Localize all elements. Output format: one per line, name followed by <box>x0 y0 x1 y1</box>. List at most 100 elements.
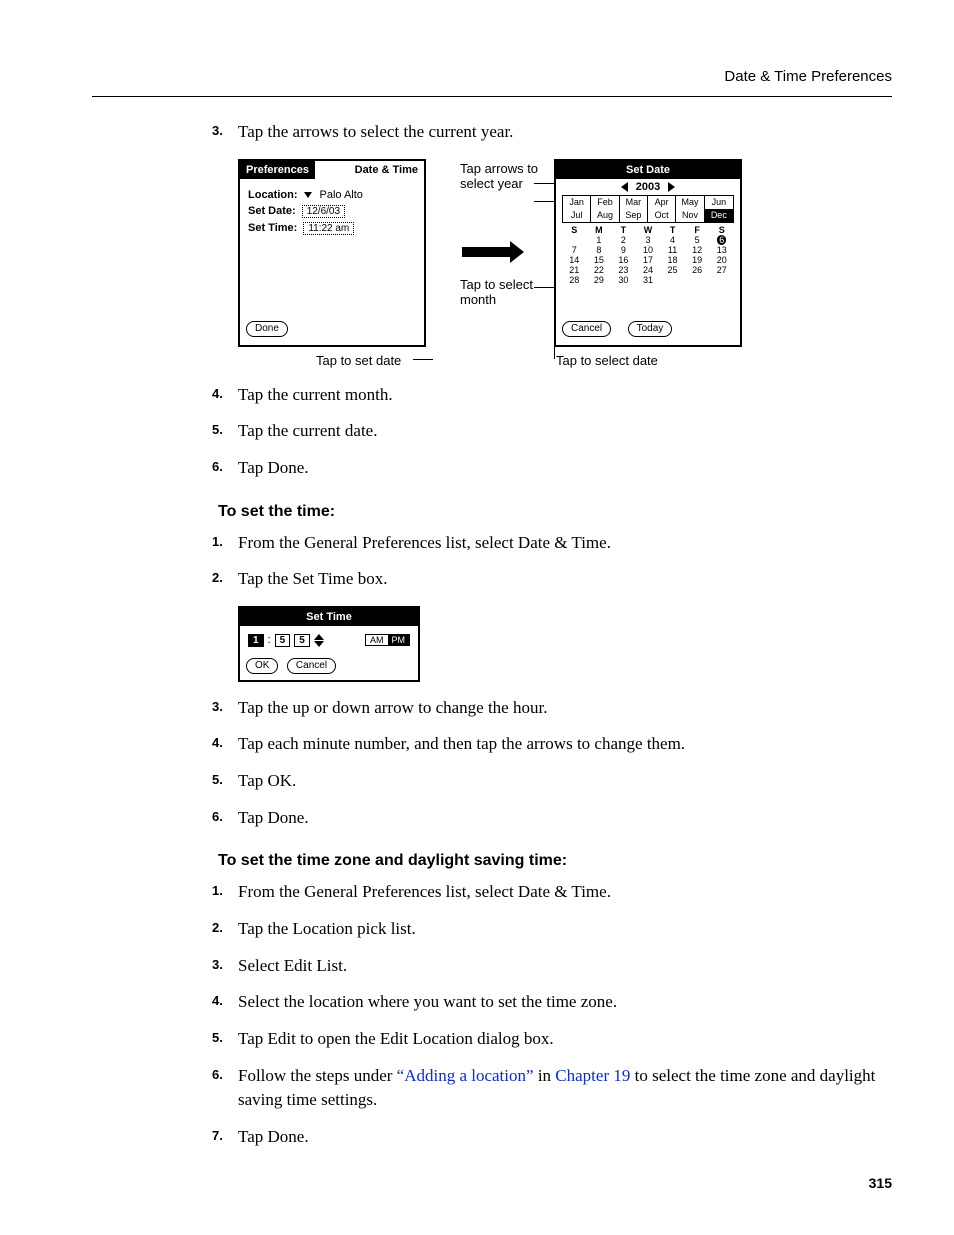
steps-set-time: 1.From the General Preferences list, sel… <box>218 531 892 592</box>
step-3-text: Tap the arrows to select the current yea… <box>238 122 513 141</box>
time-colon: : <box>268 634 271 646</box>
month-grid: Jan Feb Mar Apr May Jun Jul Aug Sep Oct … <box>562 195 734 223</box>
day-cell[interactable]: 28 <box>562 275 587 285</box>
step-z2: 2.Tap the Location pick list. <box>218 917 892 942</box>
done-button[interactable]: Done <box>246 321 288 337</box>
day-cell[interactable]: 19 <box>685 255 710 265</box>
set-time-row: Set Time: 11:22 am <box>240 220 424 237</box>
month-cell[interactable]: Oct <box>648 209 676 222</box>
month-cell[interactable]: Feb <box>591 196 619 209</box>
annot-tap-set-date: Tap to set date <box>316 353 401 368</box>
day-cell[interactable]: 12 <box>685 245 710 255</box>
set-date-field[interactable]: 12/6/03 <box>302 205 345 218</box>
month-cell[interactable]: Aug <box>591 209 619 222</box>
link-chapter-19[interactable]: Chapter 19 <box>555 1066 630 1085</box>
dow: T <box>611 225 636 235</box>
day-cell-selected[interactable]: 6 <box>709 235 734 245</box>
steps-set-date: 3.Tap the arrows to select the current y… <box>218 120 892 145</box>
cancel-button[interactable]: Cancel <box>562 321 611 337</box>
today-button[interactable]: Today <box>628 321 673 337</box>
set-time-title: Set Time <box>240 608 418 626</box>
location-label: Location: <box>248 189 298 201</box>
body-column: 3.Tap the arrows to select the current y… <box>218 120 892 1162</box>
step-6: 6.Tap Done. <box>218 456 892 481</box>
day-cell[interactable]: 16 <box>611 255 636 265</box>
step-z1: 1.From the General Preferences list, sel… <box>218 880 892 905</box>
cancel-button[interactable]: Cancel <box>287 658 336 674</box>
step-t6: 6.Tap Done. <box>218 806 892 831</box>
day-cell[interactable]: 27 <box>709 265 734 275</box>
day-cell[interactable]: 13 <box>709 245 734 255</box>
set-date-title: Set Date <box>556 161 740 179</box>
year-selector: 2003 <box>556 179 740 193</box>
day-cell[interactable]: 1 <box>587 235 612 245</box>
month-cell[interactable]: Nov <box>676 209 704 222</box>
minute-ones-field[interactable]: 5 <box>294 634 310 647</box>
day-cell[interactable]: 5 <box>685 235 710 245</box>
day-cell[interactable]: 30 <box>611 275 636 285</box>
step-z3: 3.Select Edit List. <box>218 954 892 979</box>
steps-set-time-cont: 3.Tap the up or down arrow to change the… <box>218 696 892 831</box>
day-cell[interactable]: 4 <box>660 235 685 245</box>
day-cell[interactable]: 22 <box>587 265 612 275</box>
day-cell[interactable]: 14 <box>562 255 587 265</box>
month-cell[interactable]: Mar <box>620 196 648 209</box>
month-cell[interactable]: Sep <box>620 209 648 222</box>
day-cell[interactable]: 29 <box>587 275 612 285</box>
day-cell[interactable]: 31 <box>636 275 661 285</box>
month-cell[interactable]: May <box>676 196 704 209</box>
day-grid: S M T W T F S 123456 78910111213 1415161… <box>562 225 734 285</box>
set-date-row: Set Date: 12/6/03 <box>240 203 424 220</box>
day-cell[interactable]: 7 <box>562 245 587 255</box>
step-t5: 5.Tap OK. <box>218 769 892 794</box>
year-next-icon[interactable] <box>668 182 675 192</box>
dow: S <box>562 225 587 235</box>
step-z6-text: Follow the steps under “Adding a locatio… <box>238 1066 875 1110</box>
day-cell[interactable]: 2 <box>611 235 636 245</box>
step-t6-text: Tap Done. <box>238 808 309 827</box>
location-value[interactable]: Palo Alto <box>320 189 363 201</box>
day-cell[interactable]: 20 <box>709 255 734 265</box>
link-adding-location[interactable]: “Adding a location” <box>397 1066 534 1085</box>
running-header: Date & Time Preferences <box>92 68 892 85</box>
step-t4: 4.Tap each minute number, and then tap t… <box>218 732 892 757</box>
hour-field[interactable]: 1 <box>248 634 264 647</box>
annot-year: Tap arrows to select year <box>460 161 550 192</box>
screen-preferences: Preferences Date & Time Location: Palo A… <box>238 159 426 347</box>
day-cell[interactable]: 11 <box>660 245 685 255</box>
day-cell[interactable]: 18 <box>660 255 685 265</box>
month-cell[interactable]: Apr <box>648 196 676 209</box>
am-option[interactable]: AM <box>366 635 388 645</box>
up-arrow-icon[interactable] <box>314 634 324 640</box>
step-t2: 2.Tap the Set Time box. <box>218 567 892 592</box>
month-cell-selected[interactable]: Dec <box>705 209 733 222</box>
time-stepper[interactable] <box>314 634 324 647</box>
year-prev-icon[interactable] <box>621 182 628 192</box>
leader-line <box>534 201 554 202</box>
day-cell[interactable]: 25 <box>660 265 685 275</box>
day-cell[interactable]: 17 <box>636 255 661 265</box>
day-cell[interactable]: 23 <box>611 265 636 275</box>
day-cell[interactable]: 24 <box>636 265 661 275</box>
step-5: 5.Tap the current date. <box>218 419 892 444</box>
day-cell[interactable]: 8 <box>587 245 612 255</box>
leader-line <box>534 287 554 288</box>
day-cell[interactable]: 15 <box>587 255 612 265</box>
minute-tens-field[interactable]: 5 <box>275 634 291 647</box>
step-t4-text: Tap each minute number, and then tap the… <box>238 734 685 753</box>
prefs-title: Preferences <box>240 161 315 179</box>
day-cell[interactable]: 10 <box>636 245 661 255</box>
dropdown-caret-icon[interactable] <box>304 192 312 198</box>
ampm-toggle[interactable]: AM PM <box>365 634 410 646</box>
set-time-field[interactable]: 11:22 am <box>303 222 354 235</box>
month-cell[interactable]: Jan <box>563 196 591 209</box>
day-cell[interactable]: 3 <box>636 235 661 245</box>
month-cell[interactable]: Jun <box>705 196 733 209</box>
ok-button[interactable]: OK <box>246 658 278 674</box>
pm-option-selected[interactable]: PM <box>388 635 410 645</box>
day-cell[interactable]: 26 <box>685 265 710 275</box>
down-arrow-icon[interactable] <box>314 641 324 647</box>
month-cell[interactable]: Jul <box>563 209 591 222</box>
day-cell[interactable]: 9 <box>611 245 636 255</box>
day-cell[interactable]: 21 <box>562 265 587 275</box>
